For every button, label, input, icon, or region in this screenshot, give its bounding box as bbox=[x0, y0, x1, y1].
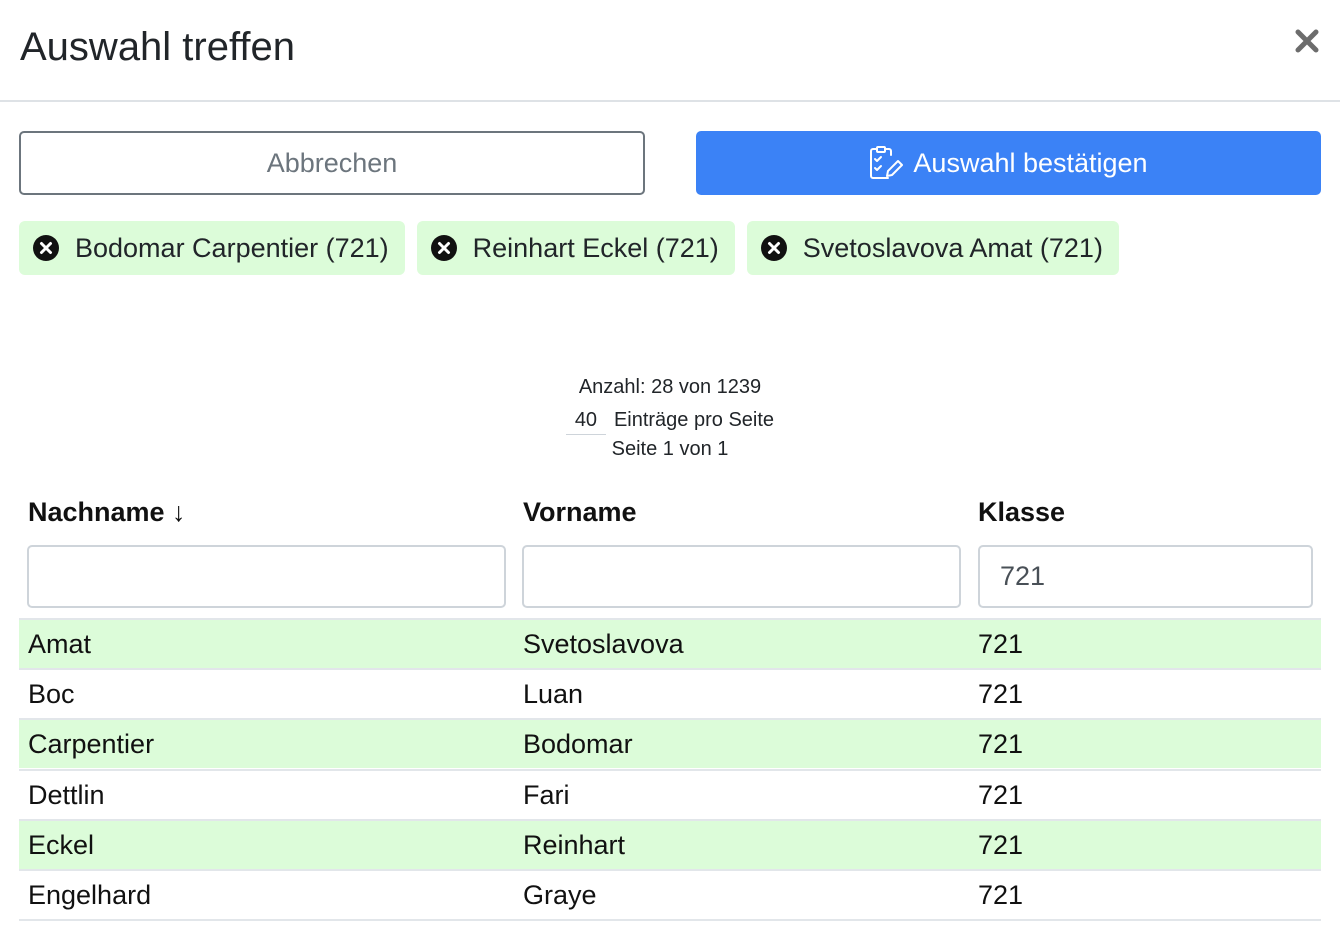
cell-nachname: Boc bbox=[28, 679, 75, 709]
remove-chip-icon[interactable] bbox=[430, 234, 458, 262]
filter-nachname-input[interactable] bbox=[27, 545, 506, 608]
column-header-vorname[interactable]: Vorname bbox=[523, 497, 637, 528]
edit-checklist-icon bbox=[870, 146, 904, 179]
page-indicator: Seite 1 von 1 bbox=[611, 438, 729, 460]
table-row[interactable]: Carpentier Bodomar 721 bbox=[19, 718, 1321, 768]
page-size-input[interactable] bbox=[565, 406, 606, 435]
table-row[interactable]: Amat Svetoslavova 721 bbox=[19, 618, 1321, 668]
table-row[interactable]: Engelhard Graye 721 bbox=[19, 869, 1321, 921]
cell-klasse: 721 bbox=[978, 830, 1024, 860]
cell-vorname: Fari bbox=[523, 780, 570, 810]
cell-vorname: Reinhart bbox=[523, 830, 626, 860]
filter-klasse-input[interactable] bbox=[978, 545, 1313, 608]
cell-nachname: Amat bbox=[28, 629, 92, 659]
selected-chips: Bodomar Carpentier (721) Reinhart Eckel … bbox=[19, 221, 1119, 275]
cell-klasse: 721 bbox=[978, 629, 1024, 659]
cell-klasse: 721 bbox=[978, 679, 1024, 709]
cell-vorname: Bodomar bbox=[523, 729, 633, 759]
selected-chip: Svetoslavova Amat (721) bbox=[746, 221, 1119, 275]
close-button[interactable] bbox=[1290, 24, 1324, 58]
cell-klasse: 721 bbox=[978, 780, 1024, 810]
confirm-selection-label: Auswahl bestätigen bbox=[913, 147, 1148, 178]
cell-vorname: Luan bbox=[523, 679, 584, 709]
column-header-klasse[interactable]: Klasse bbox=[978, 497, 1065, 528]
table-row[interactable]: Eckel Reinhart 721 bbox=[19, 819, 1321, 869]
column-header-nachname[interactable]: Nachname ↓ bbox=[28, 497, 186, 528]
remove-chip-icon[interactable] bbox=[32, 234, 60, 262]
remove-chip-icon[interactable] bbox=[760, 234, 788, 262]
cell-klasse: 721 bbox=[978, 880, 1024, 910]
cancel-button[interactable]: Abbrechen bbox=[19, 131, 645, 195]
cell-nachname: Engelhard bbox=[28, 880, 152, 910]
selected-chip: Bodomar Carpentier (721) bbox=[19, 221, 405, 275]
chip-label: Bodomar Carpentier (721) bbox=[75, 232, 389, 263]
page-size-label: Einträge pro Seite bbox=[613, 409, 775, 431]
modal-title: Auswahl treffen bbox=[20, 25, 295, 69]
modal-header: Auswahl treffen bbox=[0, 0, 1340, 102]
cell-nachname: Dettlin bbox=[28, 780, 105, 810]
page-size-row: Einträge pro Seite bbox=[0, 406, 1340, 435]
result-count: Anzahl: 28 von 1239 bbox=[578, 376, 762, 398]
selected-chip: Reinhart Eckel (721) bbox=[416, 221, 735, 275]
chip-label: Reinhart Eckel (721) bbox=[472, 232, 719, 263]
filter-vorname-input[interactable] bbox=[522, 545, 961, 608]
table-row[interactable]: Dettlin Fari 721 bbox=[19, 769, 1321, 819]
cell-nachname: Eckel bbox=[28, 830, 95, 860]
cell-vorname: Graye bbox=[523, 880, 597, 910]
table-row[interactable]: Boc Luan 721 bbox=[19, 668, 1321, 718]
cell-nachname: Carpentier bbox=[28, 729, 155, 759]
close-icon bbox=[1295, 29, 1319, 53]
confirm-selection-button[interactable]: Auswahl bestätigen bbox=[696, 131, 1321, 195]
cell-vorname: Svetoslavova bbox=[523, 629, 684, 659]
cell-klasse: 721 bbox=[978, 729, 1024, 759]
chip-label: Svetoslavova Amat (721) bbox=[802, 232, 1103, 263]
